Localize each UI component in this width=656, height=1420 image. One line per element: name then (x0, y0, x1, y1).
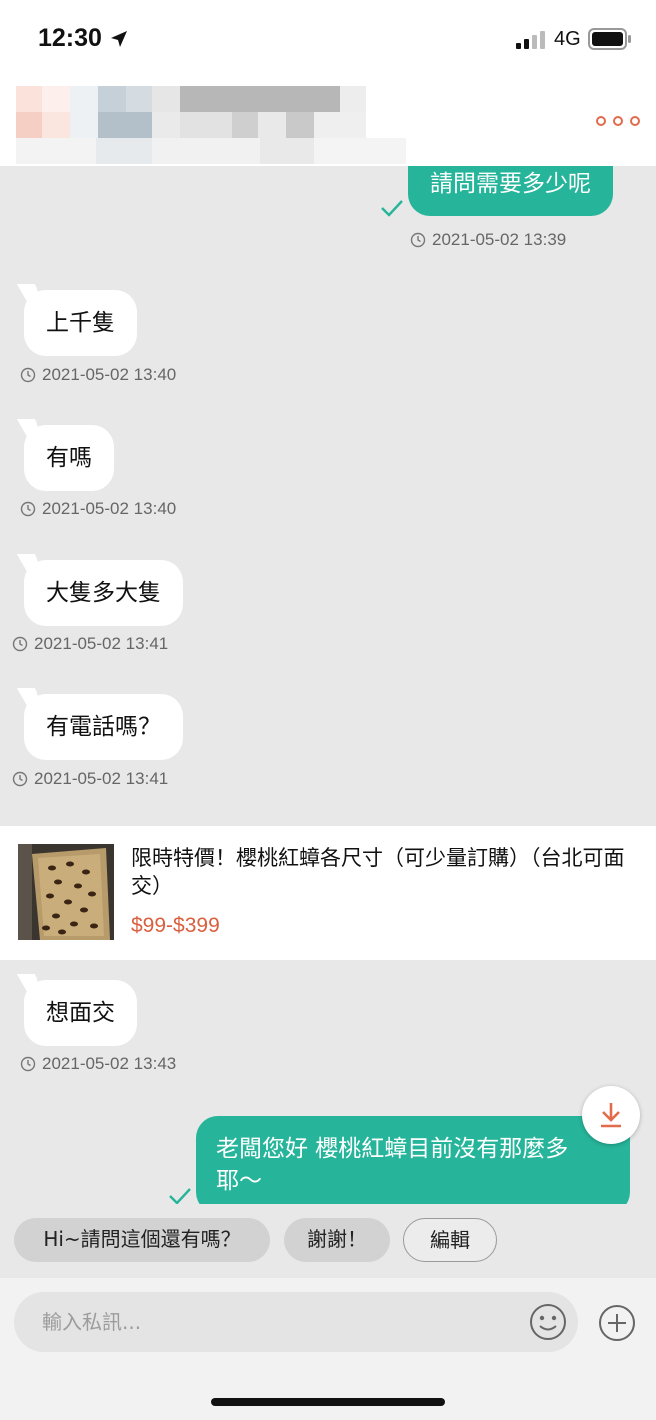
home-indicator (211, 1398, 445, 1406)
download-arrow-icon (601, 1103, 621, 1128)
incoming-message-bubble[interactable]: 大隻多大隻 (24, 560, 183, 626)
incoming-message-bubble[interactable]: 有電話嗎？ (24, 694, 183, 760)
message-text: 有電話嗎？ (46, 714, 161, 740)
incoming-message-bubble[interactable]: 有嗎 (24, 425, 114, 491)
clock-icon (20, 501, 36, 517)
edit-quick-replies-button[interactable]: 編輯 (403, 1218, 497, 1262)
incoming-message-bubble[interactable]: 想面交 (24, 980, 137, 1046)
message-timestamp: 2021-05-02 13:41 (12, 634, 168, 654)
timestamp-text: 2021-05-02 13:41 (34, 769, 169, 788)
message-text: 大隻多大隻 (46, 580, 161, 606)
timestamp-text: 2021-05-02 13:40 (42, 365, 177, 384)
message-composer (0, 1278, 656, 1420)
location-arrow-icon (111, 31, 127, 47)
message-timestamp: 2021-05-02 13:40 (20, 365, 176, 385)
quick-reply-bar: Hi~請問這個還有嗎？ 謝謝！ 編輯 (0, 1204, 656, 1278)
more-dot-icon (630, 116, 640, 126)
message-timestamp: 2021-05-02 13:39 (410, 230, 566, 250)
read-check-icon (381, 200, 403, 217)
clock-icon (20, 367, 36, 383)
outgoing-message-bubble[interactable]: 請問需要多少呢 (408, 166, 613, 216)
product-title: 限時特價！櫻桃紅蟑各尺寸（可少量訂購）（台北可面交） (131, 846, 625, 898)
incoming-message-bubble[interactable]: 上千隻 (24, 290, 137, 356)
cellular-signal-icon (516, 31, 545, 49)
message-text: 想面交 (46, 1000, 115, 1026)
status-bar: 12:30 4G (0, 0, 656, 80)
message-timestamp: 2021-05-02 13:41 (12, 769, 168, 789)
message-text-line: 耶～ (216, 1168, 262, 1194)
more-dot-icon (613, 116, 623, 126)
network-type: 4G (554, 28, 581, 50)
message-text-line: 老闆您好 櫻桃紅蟑目前沒有那麼多 (216, 1136, 569, 1162)
message-text: 有嗎 (46, 445, 92, 471)
message-input-container (14, 1292, 578, 1352)
emoji-icon[interactable] (528, 1302, 568, 1342)
product-image (18, 844, 114, 940)
product-thumbnail (18, 844, 114, 940)
outgoing-message-bubble[interactable]: 老闆您好 櫻桃紅蟑目前沒有那麼多 耶～ (196, 1116, 630, 1204)
timestamp-text: 2021-05-02 13:41 (34, 634, 169, 653)
battery-icon (588, 28, 631, 50)
message-timestamp: 2021-05-02 13:40 (20, 499, 176, 519)
timestamp-text: 2021-05-02 13:39 (432, 230, 567, 249)
clock-icon (20, 1056, 36, 1072)
more-options-button[interactable] (596, 106, 640, 136)
add-attachment-icon[interactable] (598, 1304, 636, 1342)
product-price: $99-$399 (131, 914, 220, 937)
clock-icon (410, 232, 426, 248)
quick-reply-chip[interactable]: Hi~請問這個還有嗎？ (14, 1218, 270, 1262)
message-timestamp: 2021-05-02 13:43 (20, 1054, 176, 1074)
message-input[interactable] (42, 1306, 502, 1338)
clock-icon (12, 636, 28, 652)
blurred-contact-name (16, 86, 406, 164)
scroll-to-bottom-button[interactable] (582, 1086, 640, 1144)
message-text: 上千隻 (46, 310, 115, 336)
product-card[interactable]: 限時特價！櫻桃紅蟑各尺寸（可少量訂購）（台北可面交） $99-$399 (0, 826, 656, 960)
read-check-icon (169, 1188, 191, 1204)
chat-message-list[interactable]: 請問需要多少呢 2021-05-02 13:39 上千隻 2021-05-02 … (0, 166, 656, 1204)
timestamp-text: 2021-05-02 13:43 (42, 1054, 177, 1073)
clock-icon (12, 771, 28, 787)
quick-reply-chip[interactable]: 謝謝！ (284, 1218, 390, 1262)
timestamp-text: 2021-05-02 13:40 (42, 499, 177, 518)
status-time: 12:30 (38, 24, 102, 52)
chat-header (0, 80, 656, 166)
more-dot-icon (596, 116, 606, 126)
